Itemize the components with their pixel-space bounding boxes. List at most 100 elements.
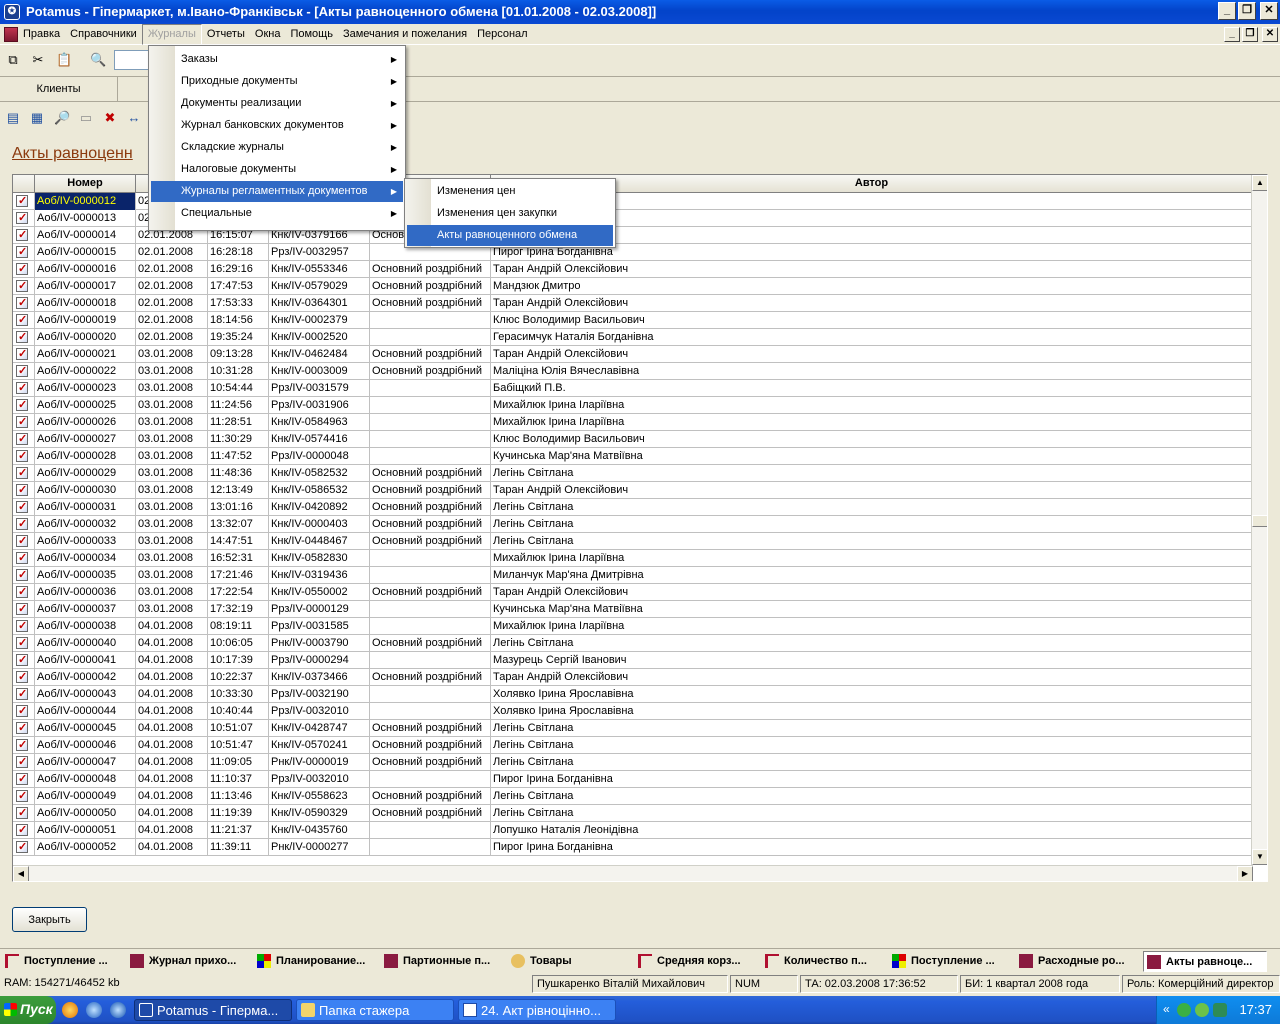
journals-menu-item[interactable]: Журналы регламентных документов ▶ — [151, 181, 403, 202]
table-row[interactable]: Аоб/IV-000003303.01.200814:47:51Кнк/IV-0… — [13, 533, 1253, 550]
mdi-restore-button[interactable]: ❐ — [1242, 27, 1258, 42]
wintab-rashodnye[interactable]: Расходные ро... — [1016, 951, 1138, 972]
table-row[interactable]: Аоб/IV-000002503.01.200811:24:56Ррз/IV-0… — [13, 397, 1253, 414]
menu-zhurnaly[interactable]: Журналы — [141, 24, 202, 45]
scroll-thumb[interactable] — [1252, 515, 1267, 527]
table-row[interactable]: Аоб/IV-000004604.01.200810:51:47Кнк/IV-0… — [13, 737, 1253, 754]
menu-otchety[interactable]: Отчеты — [202, 24, 250, 45]
menu-personal[interactable]: Персонал — [472, 24, 533, 45]
menu-zamechaniya[interactable]: Замечания и пожелания — [338, 24, 472, 45]
wintab-srednyaya-korzina[interactable]: Средняя корз... — [635, 951, 757, 972]
table-row[interactable]: Аоб/IV-000001602.01.200816:29:16Кнк/IV-0… — [13, 261, 1253, 278]
table-row[interactable]: Аоб/IV-000003203.01.200813:32:07Кнк/IV-0… — [13, 516, 1253, 533]
wintab-tovary[interactable]: Товары — [508, 951, 630, 972]
antivirus-icon[interactable] — [1213, 1003, 1227, 1017]
delete-icon[interactable]: ✖ — [102, 110, 118, 126]
table-row[interactable]: Аоб/IV-000005004.01.200811:19:39Кнк/IV-0… — [13, 805, 1253, 822]
header-icon-col[interactable] — [13, 175, 35, 193]
table-row[interactable]: Аоб/IV-000004104.01.200810:17:39Ррз/IV-0… — [13, 652, 1253, 669]
table-row[interactable]: Аоб/IV-000004504.01.200810:51:07Кнк/IV-0… — [13, 720, 1253, 737]
journals-menu-item[interactable]: Журнал банковских документов ▶ — [151, 115, 403, 136]
table-row[interactable]: Аоб/IV-000003403.01.200816:52:31Кнк/IV-0… — [13, 550, 1253, 567]
scroll-left-button[interactable]: ◀ — [13, 866, 29, 881]
table-row[interactable]: Аоб/IV-000003103.01.200813:01:16Кнк/IV-0… — [13, 499, 1253, 516]
regl-menu-item[interactable]: Акты равноценного обмена — [407, 225, 613, 246]
table-row[interactable]: Аоб/IV-000005204.01.200811:39:11Рнк/IV-0… — [13, 839, 1253, 856]
regl-menu-item[interactable]: Изменения цен — [407, 181, 613, 202]
journals-menu-item[interactable]: Приходные документы ▶ — [151, 71, 403, 92]
table-row[interactable]: Аоб/IV-000002203.01.200810:31:28Кнк/IV-0… — [13, 363, 1253, 380]
table-row[interactable]: Аоб/IV-000003503.01.200817:21:46Кнк/IV-0… — [13, 567, 1253, 584]
table-row[interactable]: Аоб/IV-000003003.01.200812:13:49Кнк/IV-0… — [13, 482, 1253, 499]
network-icon[interactable] — [1177, 1003, 1191, 1017]
menu-okna[interactable]: Окна — [250, 24, 286, 45]
table-row[interactable]: Аоб/IV-000002703.01.200811:30:29Кнк/IV-0… — [13, 431, 1253, 448]
table-row[interactable]: Аоб/IV-000004904.01.200811:13:46Кнк/IV-0… — [13, 788, 1253, 805]
table-row[interactable]: Аоб/IV-000002303.01.200810:54:44Ррз/IV-0… — [13, 380, 1253, 397]
menu-pomoshch[interactable]: Помощь — [285, 24, 338, 45]
update-icon[interactable] — [1195, 1003, 1209, 1017]
wintab-planirovanie[interactable]: Планирование... — [254, 951, 378, 972]
scroll-down-button[interactable]: ▼ — [1252, 849, 1267, 865]
start-button[interactable]: Пуск — [0, 996, 56, 1024]
outlook-icon[interactable] — [86, 1002, 102, 1018]
table-row[interactable]: Аоб/IV-000002603.01.200811:28:51Кнк/IV-0… — [13, 414, 1253, 431]
maximize-button[interactable]: ❐ — [1238, 2, 1256, 20]
table-row[interactable]: Аоб/IV-000004204.01.200810:22:37Кнк/IV-0… — [13, 669, 1253, 686]
mdi-minimize-button[interactable]: _ — [1224, 27, 1240, 42]
close-button[interactable]: Закрыть — [12, 907, 87, 932]
table-row[interactable]: Аоб/IV-000001802.01.200817:53:33Кнк/IV-0… — [13, 295, 1253, 312]
edit-doc-icon[interactable]: ▦ — [29, 110, 45, 126]
wintab-zhurnal-prihodov[interactable]: Журнал прихо... — [127, 951, 249, 972]
horizontal-scrollbar[interactable]: ◀ ▶ — [13, 865, 1253, 881]
table-row[interactable]: Аоб/IV-000001502.01.200816:28:18Ррз/IV-0… — [13, 244, 1253, 261]
wintab-partionnye[interactable]: Партионные п... — [381, 951, 503, 972]
task-papka-stazhera[interactable]: Папка стажера — [296, 999, 454, 1021]
table-row[interactable]: Аоб/IV-000003703.01.200817:32:19Ррз/IV-0… — [13, 601, 1253, 618]
task-potamus[interactable]: Potamus - Гіперма... — [134, 999, 292, 1021]
preview-icon[interactable]: 🔎 — [54, 110, 70, 126]
close-window-button[interactable]: ✕ — [1260, 2, 1278, 20]
header-number[interactable]: Номер — [35, 175, 136, 193]
table-row[interactable]: Аоб/IV-000004304.01.200810:33:30Ррз/IV-0… — [13, 686, 1253, 703]
table-row[interactable]: Аоб/IV-000004404.01.200810:40:44Ррз/IV-0… — [13, 703, 1253, 720]
table-row[interactable]: Аоб/IV-000002803.01.200811:47:52Ррз/IV-0… — [13, 448, 1253, 465]
show-hidden-icons-icon[interactable]: « — [1163, 1002, 1170, 1016]
table-row[interactable]: Аоб/IV-000005104.01.200811:21:37Кнк/IV-0… — [13, 822, 1253, 839]
cut-icon[interactable]: ✂ — [30, 52, 46, 68]
wintab-postuplenie-1[interactable]: Поступление ... — [2, 951, 122, 972]
table-row[interactable]: Аоб/IV-000003804.01.200808:19:11Ррз/IV-0… — [13, 618, 1253, 635]
table-row[interactable]: Аоб/IV-000001702.01.200817:47:53Кнк/IV-0… — [13, 278, 1253, 295]
mdi-close-button[interactable]: ✕ — [1262, 27, 1278, 42]
document-icon[interactable] — [4, 27, 18, 42]
wintab-akty-ravnocennogo[interactable]: Акты равноце... — [1143, 951, 1267, 972]
task-word-document[interactable]: 24. Акт рівноцінно... — [458, 999, 616, 1021]
wintab-postuplenie-2[interactable]: Поступление ... — [889, 951, 1011, 972]
journals-menu-item[interactable]: Заказы ▶ — [151, 49, 403, 70]
journals-menu-item[interactable]: Налоговые документы ▶ — [151, 159, 403, 180]
journals-menu-item[interactable]: Складские журналы ▶ — [151, 137, 403, 158]
menu-spravochniki[interactable]: Справочники — [65, 24, 142, 45]
table-row[interactable]: Аоб/IV-000004704.01.200811:09:05Рнк/IV-0… — [13, 754, 1253, 771]
table-row[interactable]: Аоб/IV-000004004.01.200810:06:05Рнк/IV-0… — [13, 635, 1253, 652]
table-row[interactable]: Аоб/IV-000001902.01.200818:14:56Кнк/IV-0… — [13, 312, 1253, 329]
scroll-right-button[interactable]: ▶ — [1237, 866, 1253, 881]
table-row[interactable]: Аоб/IV-000004804.01.200811:10:37Ррз/IV-0… — [13, 771, 1253, 788]
wintab-kolichestvo[interactable]: Количество п... — [762, 951, 884, 972]
scroll-up-button[interactable]: ▲ — [1252, 175, 1267, 191]
find-icon[interactable]: 🔍 — [90, 52, 106, 68]
copy-icon[interactable]: ⧉ — [5, 52, 21, 68]
table-row[interactable]: Аоб/IV-000002903.01.200811:48:36Кнк/IV-0… — [13, 465, 1253, 482]
paste-icon[interactable]: 📋 — [56, 52, 72, 68]
table-row[interactable]: Аоб/IV-000003603.01.200817:22:54Кнк/IV-0… — [13, 584, 1253, 601]
new-doc-icon[interactable]: ▤ — [5, 110, 21, 126]
table-row[interactable]: Аоб/IV-000002103.01.200809:13:28Кнк/IV-0… — [13, 346, 1253, 363]
table-row[interactable]: Аоб/IV-000002002.01.200819:35:24Кнк/IV-0… — [13, 329, 1253, 346]
journals-menu-item[interactable]: Специальные ▶ — [151, 203, 403, 224]
menu-pravka[interactable]: Правка — [18, 24, 65, 45]
internet-explorer-icon[interactable] — [110, 1002, 126, 1018]
vertical-scrollbar[interactable]: ▲ ▼ — [1251, 175, 1267, 865]
print-icon[interactable]: ▭ — [78, 110, 94, 126]
fit-width-icon[interactable]: ↔ — [126, 110, 142, 126]
minimize-button[interactable]: _ — [1218, 2, 1236, 20]
